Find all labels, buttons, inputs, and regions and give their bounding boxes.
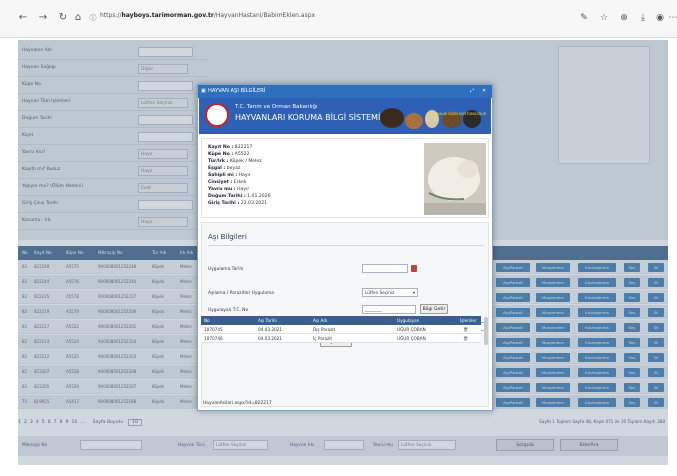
- forward-icon[interactable]: →: [36, 11, 50, 25]
- status-url: HayvanAsilari.aspx?id=822217: [203, 401, 272, 406]
- vaccine-table-header: No Aşı Tarihi Aşı Adı Uygulayan İşlemler: [201, 316, 481, 325]
- vac-col-header: Aşı Tarihi: [258, 318, 277, 323]
- tc-input[interactable]: ________: [362, 305, 416, 314]
- home-icon[interactable]: ⌂: [71, 11, 85, 25]
- reader-icon[interactable]: ✎: [577, 11, 591, 25]
- chevron-down-icon: ▾: [412, 290, 415, 295]
- ministry-name: T.C. Tarım ve Orman Bakanlığı: [235, 104, 318, 110]
- address-bar[interactable]: https://hayboys.tarimorman.gov.tr/Hayvan…: [100, 12, 315, 19]
- vac-name: İç Parazit: [313, 336, 333, 341]
- maximize-icon[interactable]: ⤢: [470, 88, 474, 94]
- calendar-icon[interactable]: [411, 265, 417, 272]
- browser-toolbar: ← → ↻ ⌂ ⓘ https://hayboys.tarimorman.gov…: [0, 0, 677, 38]
- collections-icon[interactable]: ⊕: [617, 11, 631, 25]
- refresh-icon[interactable]: ↻: [56, 11, 70, 25]
- system-name: HAYVANLARI KORUMA BİLGİ SİSTEMİ: [235, 113, 381, 122]
- url-prefix: https://: [100, 12, 122, 19]
- vac-by: UĞUR ÇOBAN: [397, 327, 426, 332]
- tc-label: Uygulayan T.C. No: [208, 308, 249, 313]
- vac-col-header: No: [204, 318, 210, 323]
- info-sahipli: Sahipli mi : Hayır: [208, 173, 251, 178]
- vac-col-header: Aşı Adı: [313, 318, 328, 323]
- date-label: Uygulama Tarihi: [208, 267, 244, 272]
- info-yavru: Yavru mu : Hayır: [208, 187, 250, 192]
- delete-icon[interactable]: 🗑: [463, 336, 468, 342]
- table-row: 1070745 04.03.2021 Dış Parazit UĞUR ÇOBA…: [201, 325, 481, 334]
- fetch-info-button[interactable]: Bilgi Getir: [420, 304, 448, 314]
- animal-info-panel: Kayıt No : 822217 Küpe No : A5522 Tür/Ir…: [201, 138, 489, 218]
- close-icon[interactable]: ✕: [482, 88, 486, 94]
- info-tur: Tür/Irk : Köpek / Melez: [208, 159, 262, 164]
- info-dogum: Doğum Tarihi : 1.01.2020: [208, 194, 271, 199]
- back-icon[interactable]: ←: [16, 11, 30, 25]
- delete-icon[interactable]: 🗑: [463, 327, 468, 333]
- type-select[interactable]: Lütfen Seçiniz ▾: [362, 288, 418, 297]
- dog-photo: [424, 143, 486, 215]
- vaccine-section: Aşı Bilgileri Uygulama Tarihi Aşılama / …: [201, 222, 489, 407]
- favorite-icon[interactable]: ☆: [597, 11, 611, 25]
- dialog-titlebar: ▣ HAYVAN AŞI BİLGİLERİ ⤢ ✕: [198, 85, 492, 98]
- vac-no: 1070746: [204, 336, 223, 341]
- url-host: hayboys.tarimorman.gov.tr: [121, 12, 214, 19]
- divider: [208, 245, 484, 246]
- info-kayit: Kayıt No : 822217: [208, 145, 253, 150]
- dialog-title: HAYVAN AŞI BİLGİLERİ: [208, 88, 266, 94]
- info-cinsiyet: Cinsiyet : Erkek: [208, 180, 247, 185]
- vaccine-info-dialog: ▣ HAYVAN AŞI BİLGİLERİ ⤢ ✕ T.C. Tarım ve…: [197, 84, 493, 411]
- profile-icon[interactable]: ◉: [653, 11, 667, 25]
- info-giris: Giriş Tarihi : 22.03.2021: [208, 201, 268, 206]
- vac-no: 1070745: [204, 327, 223, 332]
- date-input[interactable]: [362, 264, 408, 273]
- vac-col-header: İşlemler: [460, 318, 477, 323]
- table-row: 1070746 04.03.2021 İç Parazit UĞUR ÇOBAN…: [201, 334, 481, 343]
- lock-icon: ⓘ: [89, 14, 97, 22]
- vac-date: 04.03.2021: [258, 336, 282, 341]
- vac-date: 04.03.2021: [258, 327, 282, 332]
- animals-illustration-icon: [380, 108, 481, 129]
- section-title: Aşı Bilgileri: [208, 233, 247, 241]
- download-icon[interactable]: ⤓: [636, 11, 650, 25]
- scrollbar[interactable]: [484, 317, 488, 345]
- system-banner: T.C. Tarım ve Orman Bakanlığı HAYVANLARI…: [199, 98, 491, 134]
- more-icon[interactable]: ⋯: [666, 11, 677, 25]
- info-esgal: Eşgal : beyaz: [208, 166, 241, 171]
- banner-slogan: HAYVANLAR BİZİM DOSTUMUZDUR: [427, 112, 487, 116]
- ministry-logo-icon: [205, 103, 229, 127]
- vac-col-header: Uygulayan: [397, 318, 420, 323]
- info-kupe: Küpe No : A5522: [208, 152, 250, 157]
- type-label: Aşılama / Parazitler Uygulama: [208, 291, 274, 296]
- vac-name: Dış Parazit: [313, 327, 336, 332]
- vac-by: UĞUR ÇOBAN: [397, 336, 426, 341]
- url-path: /HayvanHastani/BabimEklen.aspx: [213, 12, 316, 19]
- dialog-icon: ▣: [201, 88, 206, 94]
